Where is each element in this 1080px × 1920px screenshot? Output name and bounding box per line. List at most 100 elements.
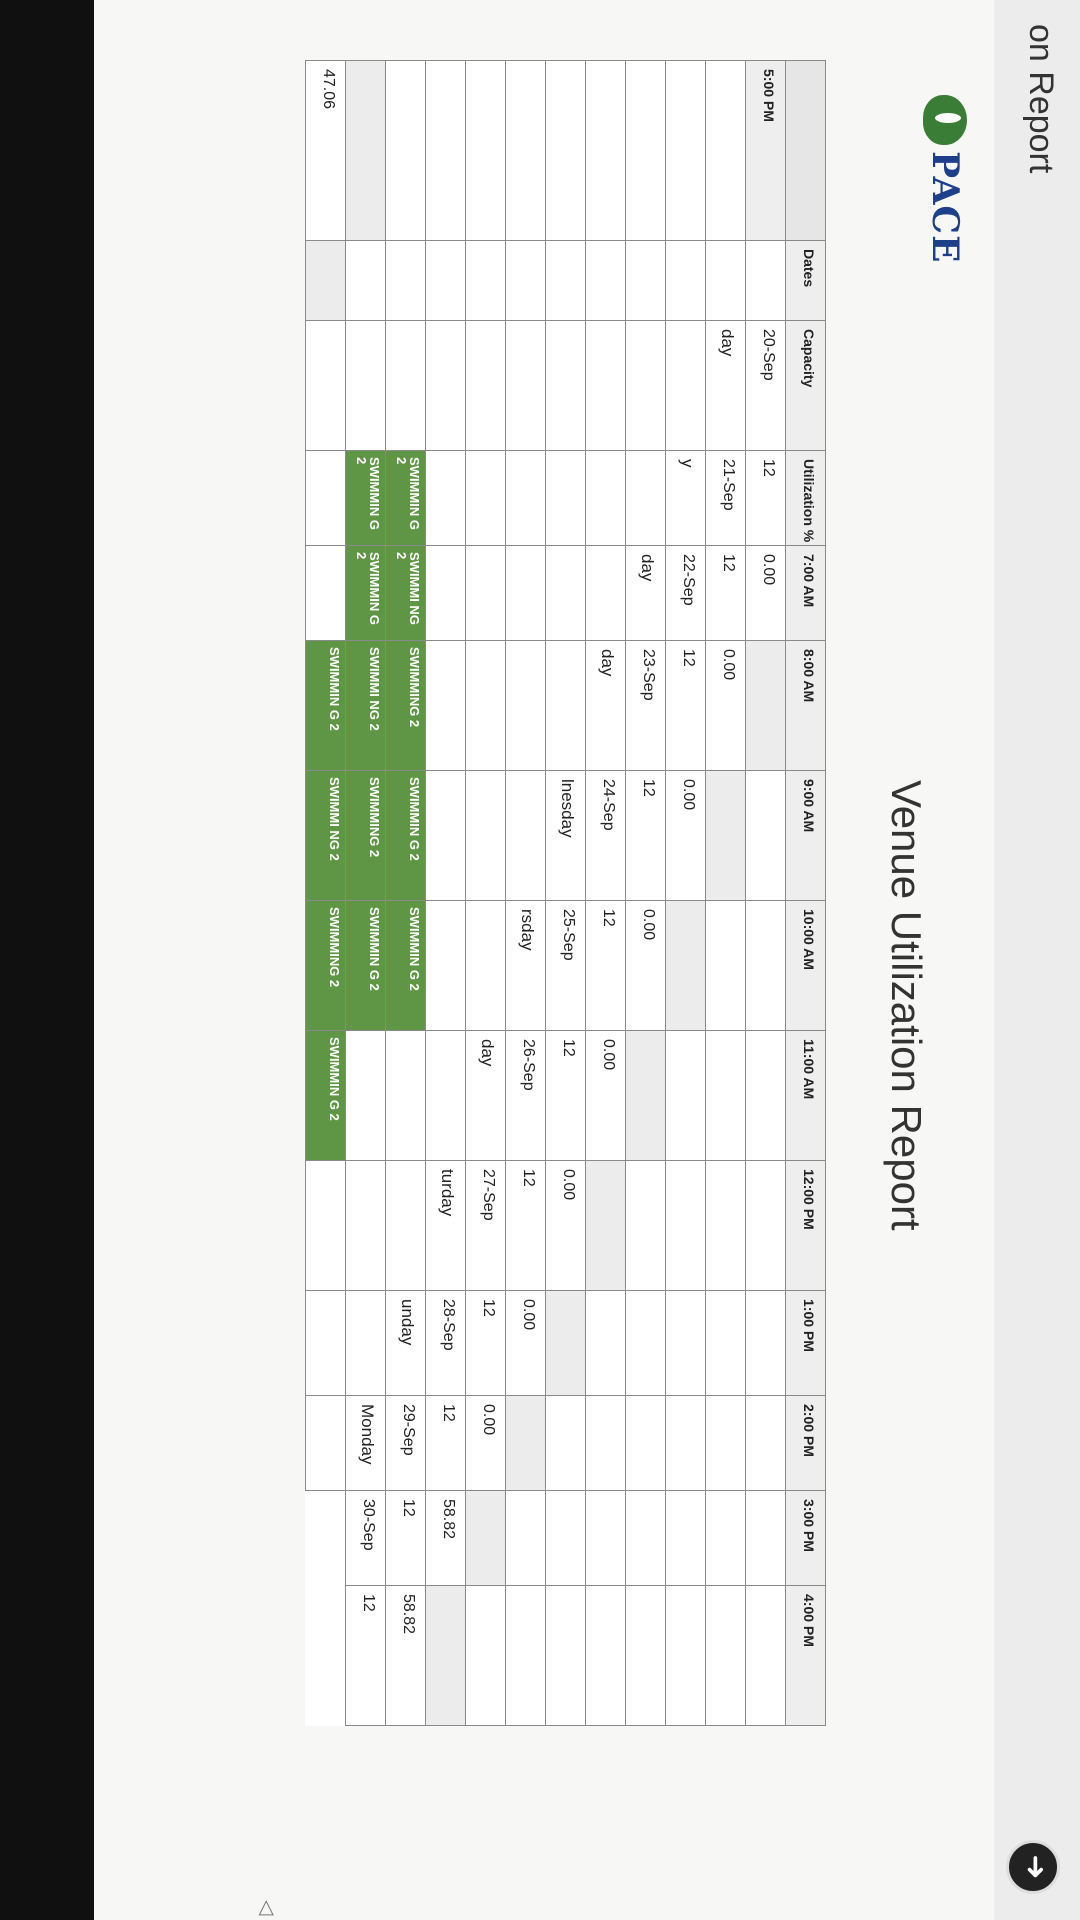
slot-cell[interactable] bbox=[425, 61, 465, 241]
slot-cell[interactable] bbox=[345, 1291, 385, 1396]
booking-cell[interactable]: SWIMMI NG 2 bbox=[305, 771, 345, 901]
slot-cell[interactable] bbox=[425, 321, 465, 451]
booking-cell[interactable]: SWIMMI NG 2 bbox=[385, 546, 425, 641]
booking-cell[interactable]: SWIMMIN G 2 bbox=[385, 451, 425, 546]
slot-cell[interactable] bbox=[465, 61, 505, 241]
slot-cell[interactable] bbox=[585, 321, 625, 451]
booking-cell[interactable]: SWIMMING 2 bbox=[305, 901, 345, 1031]
slot-cell[interactable] bbox=[745, 1586, 785, 1726]
slot-cell[interactable] bbox=[745, 641, 785, 771]
slot-cell[interactable] bbox=[745, 1161, 785, 1291]
slot-cell[interactable] bbox=[305, 1161, 345, 1291]
slot-cell[interactable] bbox=[745, 1291, 785, 1396]
slot-cell[interactable] bbox=[465, 641, 505, 771]
slot-cell[interactable] bbox=[345, 61, 385, 241]
slot-cell[interactable] bbox=[705, 1161, 745, 1291]
slot-cell[interactable] bbox=[625, 1586, 665, 1726]
slot-cell[interactable] bbox=[465, 1491, 505, 1586]
booking-cell[interactable]: SWIMMIN G 2 bbox=[345, 901, 385, 1031]
slot-cell[interactable] bbox=[505, 641, 545, 771]
slot-cell[interactable] bbox=[665, 1291, 705, 1396]
slot-cell[interactable] bbox=[625, 1396, 665, 1491]
slot-cell[interactable] bbox=[745, 1031, 785, 1161]
slot-cell[interactable] bbox=[545, 1491, 585, 1586]
slot-cell[interactable] bbox=[385, 61, 425, 241]
slot-cell[interactable] bbox=[625, 1491, 665, 1586]
slot-cell[interactable] bbox=[585, 1161, 625, 1291]
slot-cell[interactable] bbox=[425, 901, 465, 1031]
booking-cell[interactable]: SWIMMIN G 2 bbox=[305, 1031, 345, 1161]
slot-cell[interactable] bbox=[505, 1586, 545, 1726]
booking-cell[interactable]: SWIMMIN G 2 bbox=[345, 546, 385, 641]
slot-cell[interactable] bbox=[425, 451, 465, 546]
slot-cell[interactable] bbox=[345, 321, 385, 451]
slot-cell[interactable] bbox=[665, 901, 705, 1031]
slot-cell[interactable] bbox=[705, 771, 745, 901]
booking-cell[interactable]: SWIMMIN G 2 bbox=[385, 901, 425, 1031]
slot-cell[interactable] bbox=[665, 241, 705, 321]
slot-cell[interactable] bbox=[625, 241, 665, 321]
slot-cell[interactable] bbox=[465, 901, 505, 1031]
slot-cell[interactable] bbox=[345, 241, 385, 321]
slot-cell[interactable] bbox=[745, 771, 785, 901]
booking-cell[interactable]: SWIMMING 2 bbox=[385, 641, 425, 771]
slot-cell[interactable] bbox=[665, 1491, 705, 1586]
slot-cell[interactable] bbox=[545, 546, 585, 641]
slot-cell[interactable] bbox=[425, 641, 465, 771]
slot-cell[interactable] bbox=[305, 451, 345, 546]
slot-cell[interactable] bbox=[385, 241, 425, 321]
slot-cell[interactable] bbox=[425, 1031, 465, 1161]
slot-cell[interactable] bbox=[545, 1396, 585, 1491]
slot-cell[interactable] bbox=[505, 1491, 545, 1586]
slot-cell[interactable] bbox=[705, 241, 745, 321]
slot-cell[interactable] bbox=[745, 1396, 785, 1491]
slot-cell[interactable] bbox=[385, 1031, 425, 1161]
slot-cell[interactable] bbox=[665, 1161, 705, 1291]
slot-cell[interactable] bbox=[505, 451, 545, 546]
slot-cell[interactable] bbox=[505, 546, 545, 641]
slot-cell[interactable] bbox=[705, 61, 745, 241]
slot-cell[interactable] bbox=[745, 901, 785, 1031]
slot-cell[interactable] bbox=[505, 1396, 545, 1491]
slot-cell[interactable] bbox=[625, 321, 665, 451]
booking-cell[interactable]: SWIMMIN G 2 bbox=[345, 451, 385, 546]
slot-cell[interactable] bbox=[705, 1291, 745, 1396]
slot-cell[interactable] bbox=[345, 1031, 385, 1161]
slot-cell[interactable] bbox=[585, 546, 625, 641]
slot-cell[interactable] bbox=[425, 546, 465, 641]
slot-cell[interactable] bbox=[305, 546, 345, 641]
slot-cell[interactable] bbox=[465, 1586, 505, 1726]
slot-cell[interactable] bbox=[505, 61, 545, 241]
slot-cell[interactable] bbox=[385, 1161, 425, 1291]
slot-cell[interactable] bbox=[425, 1586, 465, 1726]
slot-cell[interactable] bbox=[465, 771, 505, 901]
slot-cell[interactable] bbox=[665, 1586, 705, 1726]
slot-cell[interactable] bbox=[665, 321, 705, 451]
slot-cell[interactable] bbox=[625, 451, 665, 546]
slot-cell[interactable] bbox=[545, 451, 585, 546]
slot-cell[interactable] bbox=[425, 241, 465, 321]
slot-cell[interactable] bbox=[425, 771, 465, 901]
slot-cell[interactable] bbox=[465, 546, 505, 641]
circle-arrow-icon[interactable]: ➜ bbox=[1006, 1840, 1060, 1894]
slot-cell[interactable] bbox=[545, 1586, 585, 1726]
slot-cell[interactable] bbox=[585, 1396, 625, 1491]
slot-cell[interactable] bbox=[305, 241, 345, 321]
slot-cell[interactable] bbox=[585, 451, 625, 546]
slot-cell[interactable] bbox=[465, 451, 505, 546]
slot-cell[interactable] bbox=[705, 1396, 745, 1491]
slot-cell[interactable] bbox=[545, 321, 585, 451]
slot-cell[interactable] bbox=[305, 1291, 345, 1396]
booking-cell[interactable]: SWIMMI NG 2 bbox=[345, 641, 385, 771]
slot-cell[interactable] bbox=[305, 1396, 345, 1491]
slot-cell[interactable] bbox=[385, 321, 425, 451]
slot-cell[interactable] bbox=[545, 61, 585, 241]
slot-cell[interactable] bbox=[625, 1161, 665, 1291]
slot-cell[interactable] bbox=[745, 1491, 785, 1586]
slot-cell[interactable] bbox=[665, 1031, 705, 1161]
slot-cell[interactable] bbox=[705, 1586, 745, 1726]
slot-cell[interactable] bbox=[545, 1291, 585, 1396]
booking-cell[interactable]: SWIMMIN G 2 bbox=[385, 771, 425, 901]
slot-cell[interactable] bbox=[625, 1291, 665, 1396]
slot-cell[interactable] bbox=[585, 241, 625, 321]
